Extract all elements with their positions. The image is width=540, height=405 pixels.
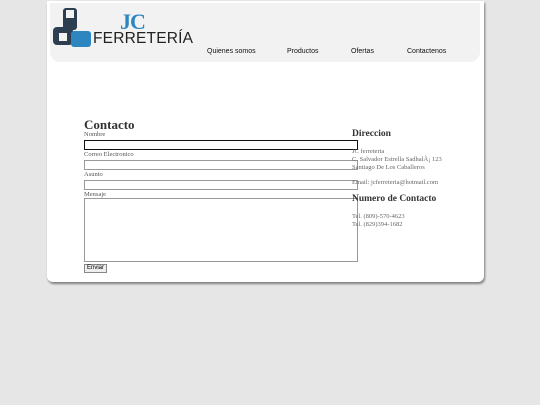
email-input[interactable] <box>84 160 358 170</box>
address-line: Santiago De Los Caballeros <box>352 164 425 171</box>
email-label: Correo Electronico <box>84 151 134 158</box>
phone-line: Tel. (829)394-1682 <box>352 221 403 228</box>
name-input[interactable] <box>84 140 358 150</box>
submit-button[interactable]: Enviar <box>84 264 108 273</box>
nav-ofertas[interactable]: Ofertas <box>351 48 374 55</box>
address-line: JC ferreteria <box>352 148 385 155</box>
address-line: C. Salvador Estrella SadhalÃ¡ 123 <box>352 156 442 163</box>
nav-contactenos[interactable]: Contactenos <box>407 48 446 55</box>
message-label: Mensaje <box>84 191 107 198</box>
nav-productos[interactable]: Productos <box>287 48 319 55</box>
phone-heading: Numero de Contacto <box>352 194 437 204</box>
nav-quienes-somos[interactable]: Quienes somos <box>207 48 256 55</box>
tools-logo-icon[interactable] <box>53 7 93 49</box>
address-heading: Direccion <box>352 129 391 139</box>
brand-name: FERRETERÍA <box>93 30 194 47</box>
subject-input[interactable] <box>84 180 358 190</box>
name-label: Nombre <box>84 131 106 138</box>
subject-label: Asunto <box>84 171 103 178</box>
phone-line: Tel. (809)-570-4623 <box>352 213 405 220</box>
message-textarea[interactable] <box>84 198 358 262</box>
email-text: Email: jcferreteria@hotmail.com <box>352 179 439 186</box>
